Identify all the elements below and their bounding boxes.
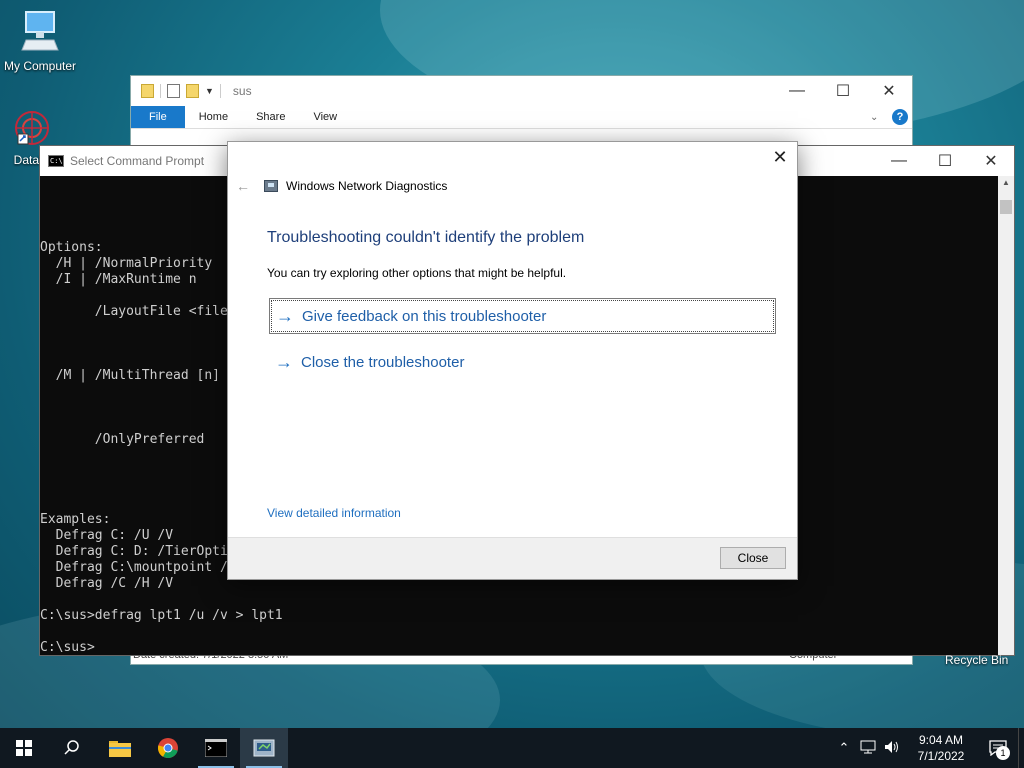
expand-ribbon-icon[interactable]: ⌄ <box>870 106 892 128</box>
view-detailed-information-link[interactable]: View detailed information <box>267 506 401 520</box>
maximize-button[interactable]: ☐ <box>820 76 866 106</box>
console-line: C:\sus> <box>40 640 95 655</box>
close-button[interactable]: ✕ <box>968 146 1014 176</box>
ribbon-tabs: File Home Share View ⌄ ? <box>131 106 912 129</box>
close-troubleshooter-option[interactable]: → Close the troubleshooter <box>269 344 776 380</box>
chevron-down-icon[interactable]: ▼ <box>205 86 214 96</box>
clock[interactable]: 9:04 AM 7/1/2022 <box>904 732 978 764</box>
terminal-icon <box>205 739 227 757</box>
right-arrow-icon: → <box>275 351 293 372</box>
window-title: sus <box>232 84 252 98</box>
cmd-icon: C:\ <box>48 155 64 167</box>
new-folder-icon[interactable] <box>186 84 199 98</box>
maximize-button[interactable]: ☐ <box>922 146 968 176</box>
right-arrow-icon: → <box>276 305 294 326</box>
dialog-subtitle: You can try exploring other options that… <box>267 266 567 280</box>
properties-icon[interactable] <box>167 84 180 98</box>
network-diagnostics-dialog[interactable]: ✕ ← Windows Network Diagnostics Troubles… <box>227 141 798 580</box>
option-label: Close the troubleshooter <box>301 353 465 371</box>
taskbar-chrome[interactable] <box>144 728 192 768</box>
action-center-button[interactable]: 1 <box>978 728 1018 768</box>
tab-home[interactable]: Home <box>185 106 242 128</box>
folder-icon <box>109 741 131 757</box>
give-feedback-option[interactable]: → Give feedback on this troubleshooter <box>269 298 776 334</box>
divider <box>160 84 161 98</box>
clock-time: 9:04 AM <box>918 733 964 747</box>
tab-view[interactable]: View <box>299 106 351 128</box>
close-button[interactable]: Close <box>720 547 786 569</box>
dialog-close-icon[interactable]: ✕ <box>769 146 791 168</box>
scroll-up-icon[interactable]: ▲ <box>1002 178 1010 187</box>
window-title: Select Command Prompt <box>70 154 205 168</box>
option-label: Give feedback on this troubleshooter <box>302 307 547 325</box>
taskbar-command-prompt[interactable] <box>192 728 240 768</box>
recycle-bin-label[interactable]: Recycle Bin <box>945 653 1008 667</box>
start-button[interactable] <box>0 728 48 768</box>
computer-icon <box>21 11 59 51</box>
folder-icon <box>141 84 154 98</box>
tab-share[interactable]: Share <box>242 106 299 128</box>
taskbar: ⌃ 9:04 AM 7/1/2022 1 <box>0 728 1024 768</box>
windows-logo-icon <box>16 740 32 756</box>
tab-file[interactable]: File <box>131 106 185 128</box>
notification-badge: 1 <box>996 746 1010 760</box>
dialog-footer: Close <box>228 537 797 579</box>
chrome-icon <box>157 738 178 759</box>
volume-icon[interactable] <box>880 740 904 757</box>
back-arrow-icon[interactable]: ← <box>236 178 264 194</box>
network-diagnostics-icon <box>264 180 278 192</box>
dialog-main-title: Troubleshooting couldn't identify the pr… <box>267 229 585 246</box>
dialog-header-title: Windows Network Diagnostics <box>286 179 448 193</box>
minimize-button[interactable]: — <box>876 146 922 176</box>
vertical-scrollbar[interactable]: ▲ <box>998 176 1014 655</box>
show-desktop-button[interactable] <box>1018 728 1024 768</box>
divider <box>219 84 221 98</box>
taskbar-file-explorer[interactable] <box>96 728 144 768</box>
console-line: C:\sus>defrag lpt1 /u /v > lpt1 <box>40 608 283 623</box>
system-tray: ⌃ 9:04 AM 7/1/2022 1 <box>832 728 1024 768</box>
help-icon[interactable]: ? <box>892 106 912 128</box>
clock-date: 7/1/2022 <box>917 749 965 763</box>
network-icon[interactable] <box>856 740 880 757</box>
scroll-thumb[interactable] <box>1000 200 1012 214</box>
search-button[interactable] <box>48 728 96 768</box>
desktop-icon-my-computer[interactable]: My Computer <box>2 10 78 73</box>
network-diagnostics-icon <box>253 739 275 757</box>
minimize-button[interactable]: — <box>774 76 820 106</box>
network-graph-icon <box>15 111 49 145</box>
close-button[interactable]: ✕ <box>866 76 912 106</box>
chevron-up-icon[interactable]: ⌃ <box>832 740 856 756</box>
dialog-header: ← Windows Network Diagnostics <box>236 178 447 194</box>
taskbar-network-diagnostics[interactable] <box>240 728 288 768</box>
desktop-icon-label: My Computer <box>3 59 77 73</box>
search-icon <box>64 740 79 755</box>
